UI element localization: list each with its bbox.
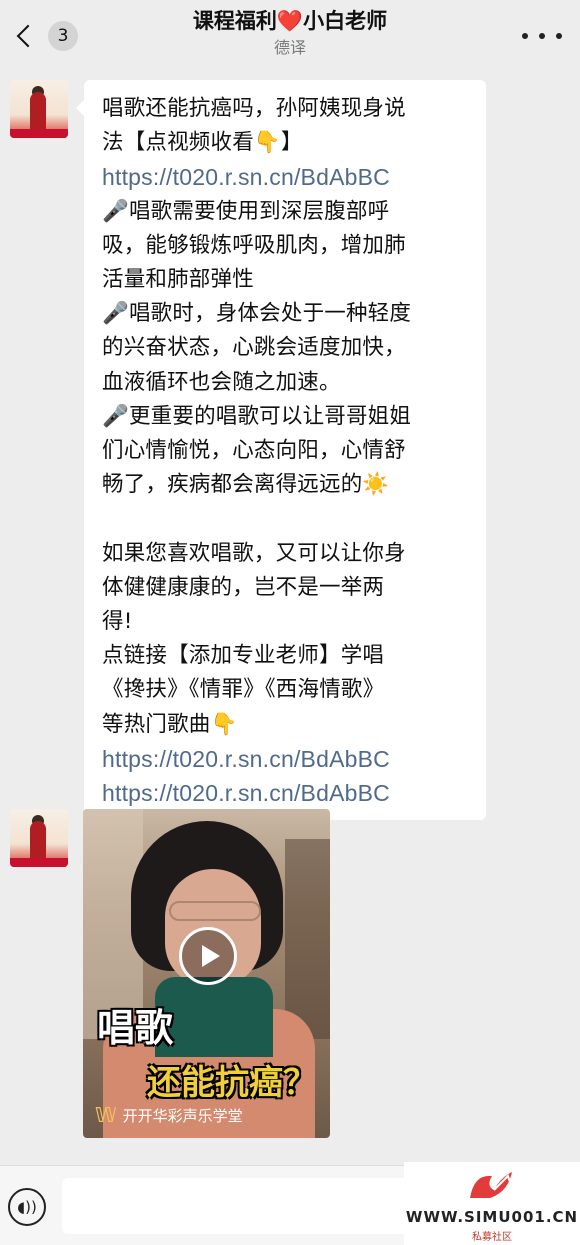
- message-line: 唱歌还能抗癌吗，孙阿姨现身说: [102, 96, 406, 121]
- chat-subtitle: 德译: [273, 38, 306, 57]
- more-options-button[interactable]: [522, 24, 562, 48]
- message-line: 活量和肺部弹性: [102, 267, 254, 293]
- message-line: 得!: [102, 609, 133, 635]
- message-line: 如果您喜欢唱歌，又可以让你身: [102, 540, 406, 566]
- text-message-bubble[interactable]: 唱歌还能抗癌吗，孙阿姨现身说 法【点视频收看👇】 https://t020.r.…: [76, 80, 486, 821]
- message-input[interactable]: [62, 1178, 412, 1234]
- play-button[interactable]: [179, 927, 237, 985]
- message-line: 吸，能够锻炼呼吸肌肉，增加肺: [102, 232, 406, 258]
- avatar-stripe: [10, 129, 68, 138]
- channel-name: 开开华彩声乐学堂: [122, 1106, 243, 1125]
- message-link[interactable]: https://t020.r.sn.cn/BdAbBC: [102, 742, 470, 776]
- video-channel[interactable]: 𝕎 开开华彩声乐学堂: [95, 1103, 243, 1127]
- site-watermark: WWW.SIMU001.CN 私募社区: [404, 1162, 580, 1245]
- back-button[interactable]: 3: [12, 18, 82, 54]
- dot-icon: [539, 33, 545, 39]
- message-line: 🎤唱歌时，身体会处于一种轻度: [102, 301, 412, 327]
- chat-title-part2: 小白老师: [303, 9, 388, 33]
- message-line: 等热门歌曲👇: [102, 711, 238, 737]
- voice-input-button[interactable]: ◖)): [8, 1188, 46, 1226]
- sender-avatar[interactable]: [10, 809, 68, 867]
- heart-icon: ❤️: [276, 9, 304, 33]
- avatar-figure: [30, 92, 46, 132]
- message-line: 体健健康康的，岂不是一举两: [102, 574, 385, 600]
- sender-avatar[interactable]: [10, 80, 68, 138]
- chat-title-part1: 课程福利: [192, 9, 277, 33]
- voice-icon: ◖)): [17, 1198, 37, 1216]
- chat-title-area: 课程福利❤️小白老师 德译: [100, 6, 480, 60]
- watermark-logo-icon: [470, 1172, 512, 1198]
- play-icon: [201, 945, 220, 967]
- message-line: 们心情愉悦，心态向阳，心情舒: [102, 438, 406, 464]
- message-line: 《搀扶》《情罪》《西海情歌》: [102, 677, 385, 703]
- message-link[interactable]: https://t020.r.sn.cn/BdAbBC: [102, 160, 470, 194]
- video-thumbnail-glasses: [169, 901, 261, 921]
- video-message-card[interactable]: 唱歌 还能抗癌？ 𝕎 开开华彩声乐学堂: [83, 809, 330, 1138]
- dot-icon: [556, 33, 562, 39]
- dot-icon: [522, 33, 528, 39]
- message-line: 法【点视频收看👇】: [102, 130, 303, 156]
- message-line: 血液循环也会随之加速。: [102, 369, 341, 395]
- chat-title: 课程福利❤️小白老师: [100, 6, 480, 36]
- message-link[interactable]: https://t020.r.sn.cn/BdAbBC: [102, 776, 470, 810]
- message-line: 的兴奋状态，心跳会适度加快，: [102, 335, 406, 361]
- message-line: 🎤唱歌需要使用到深层腹部呼: [102, 198, 390, 224]
- avatar-stripe: [10, 858, 68, 867]
- message-line: 🎤更重要的唱歌可以让哥哥姐姐: [102, 403, 412, 429]
- chat-header: 3 课程福利❤️小白老师 德译: [0, 0, 580, 72]
- message-line: 畅了，疾病都会离得远远的☀️: [102, 472, 390, 498]
- message-line: 点链接【添加专业老师】学唱: [102, 643, 385, 669]
- unread-count-badge: 3: [48, 21, 78, 51]
- watermark-subtext: 私募社区: [472, 1232, 512, 1243]
- watermark-text: WWW.SIMU001.CN: [405, 1208, 579, 1226]
- avatar-figure: [30, 821, 46, 861]
- video-background: [285, 839, 330, 1039]
- chevron-left-icon: [16, 24, 40, 48]
- video-caption-line1: 唱歌: [97, 1006, 174, 1050]
- video-caption-line2: 还能抗癌？: [147, 1063, 317, 1103]
- channel-logo-icon: 𝕎: [95, 1103, 117, 1127]
